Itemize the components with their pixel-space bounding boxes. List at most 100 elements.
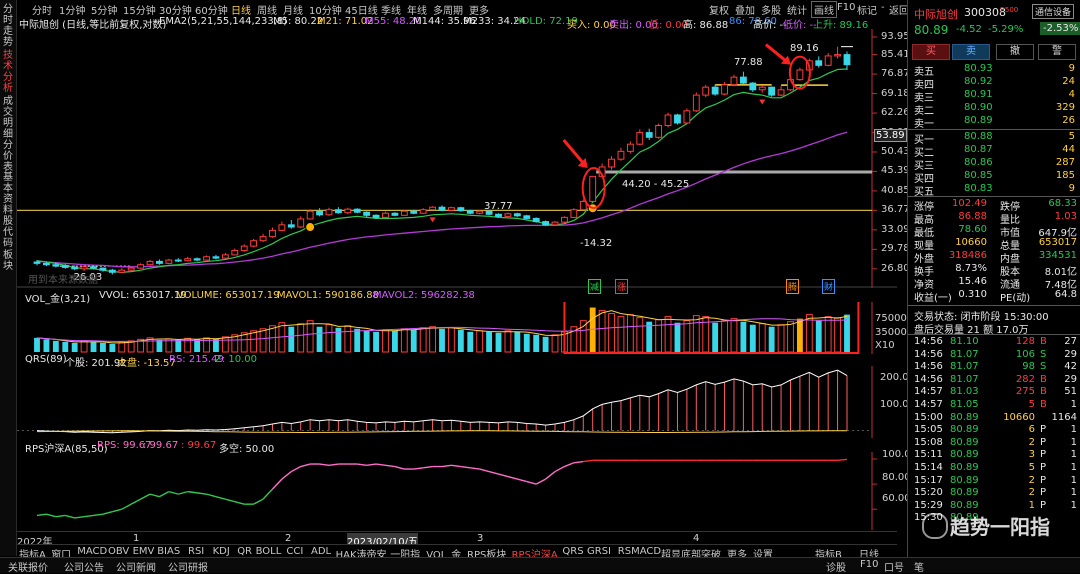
tick-row[interactable]: 14:57 81.05 5 B 1 <box>908 399 1080 411</box>
period-10min[interactable]: 10分钟 <box>309 2 342 17</box>
tick-row[interactable]: 14:57 81.03 275 B 51 <box>908 386 1080 398</box>
period-quarter[interactable]: 季线 <box>381 2 401 17</box>
indicator-tab[interactable]: MACD <box>77 546 107 557</box>
minus-button[interactable]: - <box>881 2 885 13</box>
tick-time: 14:56 <box>914 373 943 385</box>
period-15min[interactable]: 15分钟 <box>123 2 156 17</box>
period-multi[interactable]: 多周期 <box>433 2 463 17</box>
period-daily[interactable]: 日线 <box>231 2 251 17</box>
indicator-tab[interactable]: BOLL <box>256 546 282 557</box>
ask-row[interactable]: 卖四 80.92 24 <box>908 76 1080 91</box>
indicator-tab[interactable]: EMV <box>133 546 155 557</box>
multi-stock-button[interactable]: 多股 <box>761 2 781 17</box>
period-45day[interactable]: 45日线 <box>345 2 378 17</box>
candlestick-chart[interactable] <box>17 29 897 288</box>
indicator-tab[interactable]: QRS <box>562 546 583 557</box>
tick-direction: P <box>1040 436 1047 448</box>
period-more[interactable]: 更多 <box>469 2 489 17</box>
m5-value: M5: 80.22 <box>273 16 324 27</box>
adjust-button[interactable]: 复权 <box>709 2 729 17</box>
ask-row[interactable]: 卖五 80.93 9 <box>908 63 1080 78</box>
tick-count: 51 <box>1064 386 1077 398</box>
bid-row[interactable]: 买五 80.83 9 <box>908 183 1080 198</box>
indicator-tab[interactable]: OBV <box>108 546 129 557</box>
stat-value: 86.88 <box>958 211 987 222</box>
alert-button[interactable]: 警 <box>1038 44 1076 60</box>
indicator-tab[interactable]: ADL <box>311 546 331 557</box>
tick-row[interactable]: 15:11 80.89 3 P 1 <box>908 449 1080 461</box>
back-button[interactable]: 返回 <box>889 2 909 17</box>
overlay-button[interactable]: 叠加 <box>735 2 755 17</box>
period-monthly[interactable]: 月线 <box>283 2 303 17</box>
mark-button[interactable]: 标记 <box>857 2 877 17</box>
annot-low2: -14.32 <box>580 238 613 249</box>
period-5min[interactable]: 5分钟 <box>91 2 117 17</box>
indicator-tab[interactable]: KDJ <box>213 546 230 557</box>
period-60min[interactable]: 60分钟 <box>195 2 228 17</box>
tick-row[interactable]: 15:08 80.89 2 P 1 <box>908 437 1080 449</box>
indicator-tab[interactable]: QR <box>237 546 252 557</box>
tick-row[interactable]: 15:00 80.89 10660 1164 <box>908 412 1080 424</box>
period-year[interactable]: 年线 <box>407 2 427 17</box>
bid-volume: 185 <box>1055 170 1075 181</box>
tick-direction: P <box>1040 487 1047 499</box>
status-f10[interactable]: F10 <box>860 559 878 570</box>
rps-line-segment <box>470 467 480 470</box>
indicator-tab[interactable]: RSMACD <box>618 546 661 557</box>
indicator-tab[interactable]: BIAS <box>157 546 180 557</box>
rps-line-segment <box>215 495 226 500</box>
tick-row[interactable]: 14:56 81.07 106 S 29 <box>908 349 1080 361</box>
period-30min[interactable]: 30分钟 <box>159 2 192 17</box>
bid-price: 80.86 <box>964 157 993 168</box>
wechat-logo-icon <box>922 513 948 539</box>
scale-label: 69.18 <box>881 87 910 99</box>
orderbook-divider <box>908 129 1080 130</box>
volume-chart[interactable] <box>17 302 897 354</box>
tick-row[interactable]: 14:56 81.07 282 B 29 <box>908 374 1080 386</box>
candle-body <box>739 76 747 84</box>
bid-row[interactable]: 买三 80.86 287 <box>908 157 1080 172</box>
ask-row[interactable]: 卖一 80.89 26 <box>908 115 1080 130</box>
left-tab-profile[interactable]: 基本资料 <box>1 172 15 216</box>
stat-value: 15.46 <box>958 276 987 287</box>
left-tab-price-table[interactable]: 分价表 <box>1 140 15 173</box>
bid-row[interactable]: 买二 80.87 44 <box>908 144 1080 159</box>
period-weekly[interactable]: 周线 <box>257 2 277 17</box>
cancel-order-button[interactable]: 撤 <box>996 44 1034 60</box>
volume-value: VOLUME: 653017.19 <box>177 290 280 301</box>
tick-row[interactable]: 15:14 80.89 5 P 1 <box>908 462 1080 474</box>
left-tab-timeshare[interactable]: 分时走势 <box>1 4 15 48</box>
ask-row[interactable]: 卖二 80.90 329 <box>908 102 1080 117</box>
f10-button[interactable]: F10 <box>837 2 855 13</box>
sector-tag[interactable]: 通信设备 <box>1032 4 1075 19</box>
left-tab-code[interactable]: 股代码 <box>1 216 15 249</box>
bid-row[interactable]: 买四 80.85 185 <box>908 170 1080 185</box>
candle-body <box>721 84 728 95</box>
bid-row[interactable]: 买一 80.88 5 <box>908 131 1080 146</box>
tick-row[interactable]: 15:29 80.89 1 P 1 <box>908 500 1080 512</box>
rps-chart[interactable] <box>17 452 897 530</box>
tick-row[interactable]: 15:20 80.89 2 P 1 <box>908 487 1080 499</box>
qrs-chart[interactable] <box>17 366 897 438</box>
tick-row[interactable]: 14:56 81.10 128 B 27 <box>908 336 1080 348</box>
indicator-tab[interactable]: RSI <box>188 546 204 557</box>
period-timeshare[interactable]: 分时 <box>32 2 52 17</box>
indicator-tab[interactable]: GRSI <box>587 546 611 557</box>
indicator-tab[interactable]: CCI <box>286 546 303 557</box>
left-tab-technical[interactable]: 技术分析 <box>1 50 15 94</box>
candle-body <box>824 55 832 66</box>
period-1min[interactable]: 1分钟 <box>59 2 85 17</box>
tick-row[interactable]: 14:56 81.07 98 S 42 <box>908 361 1080 373</box>
sell-button[interactable]: 卖 <box>952 44 990 60</box>
tick-row[interactable]: 15:05 80.89 6 P 1 <box>908 424 1080 436</box>
volume-bar <box>410 329 417 352</box>
volume-bar <box>626 314 634 353</box>
statistics-button[interactable]: 统计 <box>787 2 807 17</box>
stat-value: 1.03 <box>1054 211 1077 222</box>
tick-row[interactable]: 15:17 80.89 2 P 1 <box>908 475 1080 487</box>
left-tab-sector[interactable]: 板块 <box>1 250 15 272</box>
buy-button[interactable]: 买 <box>912 44 950 60</box>
tick-volume: 2 <box>1028 474 1035 486</box>
ask-row[interactable]: 卖三 80.91 4 <box>908 89 1080 104</box>
left-tab-trades[interactable]: 成交明细 <box>1 96 15 140</box>
